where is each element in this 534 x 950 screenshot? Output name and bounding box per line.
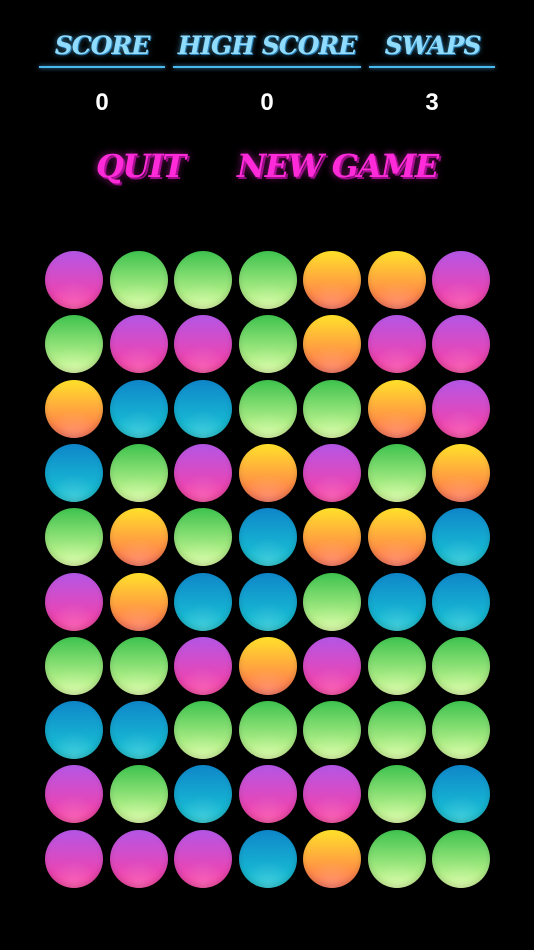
ball-purple[interactable] xyxy=(45,765,103,823)
ball-green[interactable] xyxy=(368,444,426,502)
ball-blue[interactable] xyxy=(432,508,490,566)
score-value: 0 xyxy=(95,89,109,116)
ball-green[interactable] xyxy=(303,380,361,438)
ball-green[interactable] xyxy=(368,701,426,759)
high-score-underline xyxy=(173,66,361,68)
ball-purple[interactable] xyxy=(432,315,490,373)
ball-purple[interactable] xyxy=(303,637,361,695)
ball-orange[interactable] xyxy=(368,380,426,438)
ball-green[interactable] xyxy=(368,830,426,888)
ball-orange[interactable] xyxy=(239,637,297,695)
ball-green[interactable] xyxy=(174,508,232,566)
ball-green[interactable] xyxy=(45,508,103,566)
ball-green[interactable] xyxy=(239,701,297,759)
ball-green[interactable] xyxy=(303,701,361,759)
ball-green[interactable] xyxy=(303,573,361,631)
ball-green[interactable] xyxy=(110,765,168,823)
high-score-value: 0 xyxy=(260,89,274,116)
ball-green[interactable] xyxy=(432,701,490,759)
ball-purple[interactable] xyxy=(239,765,297,823)
new-game-button[interactable]: NEW GAME xyxy=(237,142,439,190)
ball-green[interactable] xyxy=(45,315,103,373)
ball-purple[interactable] xyxy=(45,251,103,309)
ball-green[interactable] xyxy=(432,830,490,888)
ball-green[interactable] xyxy=(368,765,426,823)
ball-blue[interactable] xyxy=(174,573,232,631)
ball-purple[interactable] xyxy=(368,315,426,373)
ball-blue[interactable] xyxy=(174,765,232,823)
ball-green[interactable] xyxy=(239,380,297,438)
score-label: SCORE xyxy=(54,31,151,60)
ball-green[interactable] xyxy=(239,251,297,309)
ball-purple[interactable] xyxy=(432,251,490,309)
ball-blue[interactable] xyxy=(174,380,232,438)
ball-green[interactable] xyxy=(174,701,232,759)
ball-blue[interactable] xyxy=(239,508,297,566)
ball-green[interactable] xyxy=(368,637,426,695)
ball-blue[interactable] xyxy=(239,573,297,631)
ball-purple[interactable] xyxy=(45,573,103,631)
score-underline xyxy=(39,66,165,68)
ball-orange[interactable] xyxy=(239,444,297,502)
ball-green[interactable] xyxy=(110,251,168,309)
ball-orange[interactable] xyxy=(45,380,103,438)
ball-orange[interactable] xyxy=(368,251,426,309)
ball-purple[interactable] xyxy=(174,637,232,695)
swaps-underline xyxy=(369,66,495,68)
ball-purple[interactable] xyxy=(110,830,168,888)
ball-purple[interactable] xyxy=(174,444,232,502)
swaps-label: SWAPS xyxy=(384,31,482,60)
ball-orange[interactable] xyxy=(303,315,361,373)
ball-green[interactable] xyxy=(239,315,297,373)
ball-green[interactable] xyxy=(110,444,168,502)
ball-blue[interactable] xyxy=(45,444,103,502)
ball-blue[interactable] xyxy=(368,573,426,631)
ball-orange[interactable] xyxy=(432,444,490,502)
ball-green[interactable] xyxy=(110,637,168,695)
ball-green[interactable] xyxy=(45,637,103,695)
ball-purple[interactable] xyxy=(303,765,361,823)
ball-orange[interactable] xyxy=(303,508,361,566)
high-score-label: HIGH SCORE xyxy=(177,31,358,60)
ball-green[interactable] xyxy=(432,637,490,695)
ball-orange[interactable] xyxy=(303,830,361,888)
ball-purple[interactable] xyxy=(432,380,490,438)
ball-orange[interactable] xyxy=(303,251,361,309)
ball-orange[interactable] xyxy=(368,508,426,566)
ball-blue[interactable] xyxy=(432,573,490,631)
ball-blue[interactable] xyxy=(110,701,168,759)
ball-orange[interactable] xyxy=(110,573,168,631)
ball-blue[interactable] xyxy=(45,701,103,759)
ball-blue[interactable] xyxy=(239,830,297,888)
ball-purple[interactable] xyxy=(110,315,168,373)
ball-purple[interactable] xyxy=(45,830,103,888)
quit-button[interactable]: QUIT xyxy=(96,142,186,190)
ball-blue[interactable] xyxy=(110,380,168,438)
ball-purple[interactable] xyxy=(174,830,232,888)
ball-blue[interactable] xyxy=(432,765,490,823)
ball-orange[interactable] xyxy=(110,508,168,566)
swaps-value: 3 xyxy=(425,89,439,116)
ball-purple[interactable] xyxy=(174,315,232,373)
ball-purple[interactable] xyxy=(303,444,361,502)
ball-green[interactable] xyxy=(174,251,232,309)
